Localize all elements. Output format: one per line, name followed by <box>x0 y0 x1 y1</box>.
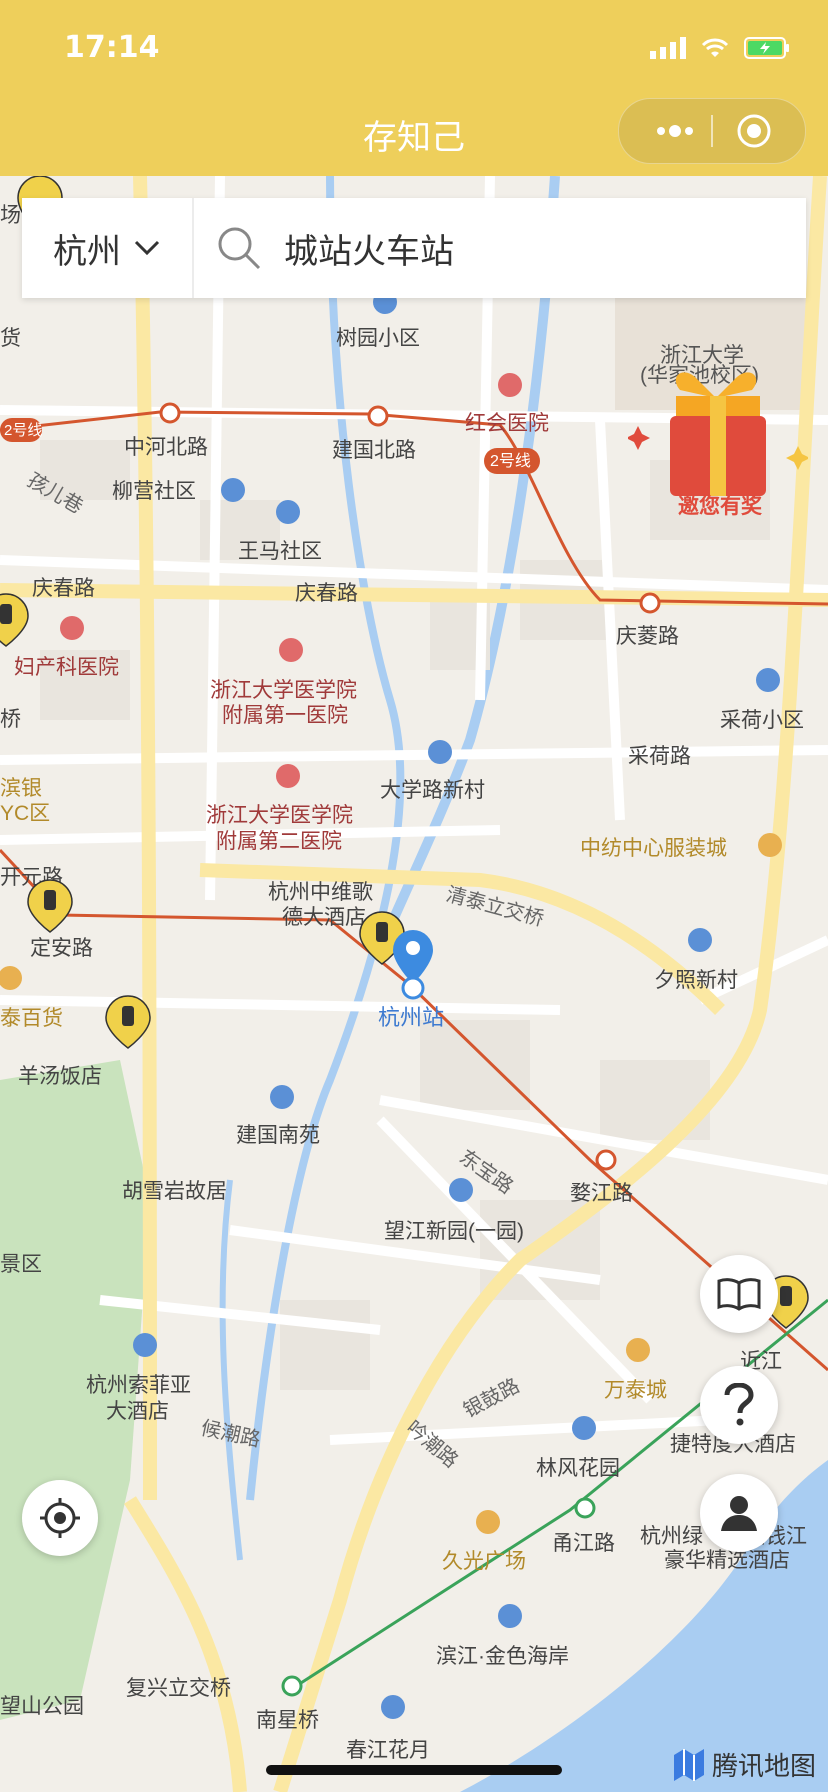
promo-label: 邀您有奖 <box>678 494 762 518</box>
label-jiuguang: 久光广场 <box>442 1550 526 1573</box>
profile-button[interactable] <box>700 1474 778 1552</box>
label-zheer-1: 浙江大学医学院 <box>206 804 353 827</box>
more-icon[interactable] <box>655 121 695 141</box>
chevron-down-icon <box>134 240 160 256</box>
label-binyin: 滨银 <box>0 777 42 800</box>
promo-gift[interactable]: 邀您有奖 <box>626 366 810 526</box>
label-wangma: 王马社区 <box>238 540 322 563</box>
capsule-divider <box>711 115 713 147</box>
signal-icon <box>650 37 686 59</box>
label-zheyi-2: 附属第一医院 <box>222 704 348 727</box>
label-caihe: 采荷路 <box>628 745 691 768</box>
label-hongmt: 红会医院 <box>465 412 549 435</box>
label-wujiang: 婺江路 <box>570 1182 633 1205</box>
label-huo: 货 <box>0 327 21 350</box>
metro-line-2-label-b: 2号线 <box>490 452 531 470</box>
home-indicator <box>266 1765 562 1775</box>
label-yc: YC区 <box>0 802 50 825</box>
user-icon <box>721 1496 757 1531</box>
label-baihuo: 泰百货 <box>0 1007 63 1030</box>
close-miniprogram-icon[interactable] <box>736 113 772 149</box>
label-binjiang-jinse: 滨江·金色海岸 <box>436 1645 569 1668</box>
label-zhongfang: 中纺中心服装城 <box>580 837 727 860</box>
crosshair-icon <box>40 1498 80 1538</box>
tencent-map-icon <box>674 1749 704 1781</box>
label-shuyuan: 树园小区 <box>336 327 420 350</box>
search-query: 城站火车站 <box>284 231 454 272</box>
city-selector[interactable]: 杭州 <box>22 198 194 298</box>
label-qingchun-w: 庆春路 <box>32 577 95 600</box>
label-xizhao: 夕照新村 <box>654 969 738 992</box>
nav-bar: 存知己 <box>0 88 828 176</box>
label-wangjiang: 望江新园(一园) <box>384 1220 524 1243</box>
search-icon <box>218 227 261 270</box>
label-zheer-2: 附属第二医院 <box>216 830 342 853</box>
label-lvhua-1: 杭州绿 <box>640 1525 703 1548</box>
label-fuchan: 妇产科医院 <box>14 656 119 679</box>
book-icon <box>717 1278 761 1311</box>
label-yongjiang: 甬江路 <box>552 1532 615 1555</box>
label-qiao: 桥 <box>0 708 21 731</box>
metro-line-2-label-a: 2号线 <box>4 422 42 439</box>
label-caihe-xq: 采荷小区 <box>720 709 804 732</box>
status-icons <box>650 36 790 60</box>
city-label: 杭州 <box>53 231 121 272</box>
guide-button[interactable] <box>700 1255 778 1333</box>
label-zhongwei-1: 杭州中维歌 <box>268 881 373 904</box>
label-yangtang: 羊汤饭店 <box>18 1065 102 1088</box>
label-jingqu: 景区 <box>0 1253 42 1276</box>
miniprogram-capsule <box>618 98 806 164</box>
label-qingling: 庆菱路 <box>616 625 679 648</box>
map-provider-logo: 腾讯地图 <box>672 1745 816 1783</box>
label-lvhua-2: 豪华精选酒店 <box>664 1549 790 1572</box>
label-sofitel-1: 杭州索菲亚 <box>86 1374 191 1397</box>
help-button[interactable] <box>700 1366 778 1444</box>
status-time: 17:14 <box>64 30 160 65</box>
label-qingchun-c: 庆春路 <box>295 582 358 605</box>
label-dingan: 定安路 <box>30 937 93 960</box>
map-provider-name: 腾讯地图 <box>712 1751 817 1782</box>
label-jianguo-ny: 建国南苑 <box>236 1124 320 1147</box>
label-nanxing: 南星桥 <box>256 1709 319 1732</box>
label-liuying: 柳营社区 <box>112 480 196 503</box>
label-daxuexincun: 大学路新村 <box>380 779 485 802</box>
battery-icon <box>744 37 789 59</box>
label-wanshan: 望山公园 <box>0 1695 84 1718</box>
label-fuxing: 复兴立交桥 <box>126 1677 231 1700</box>
label-jianguo-n: 建国北路 <box>332 439 416 462</box>
label-hangzhou-station: 杭州站 <box>378 1005 444 1030</box>
label-chunjiang: 春江花月 <box>346 1739 430 1762</box>
search-bar: 杭州 城站火车站 <box>22 198 806 298</box>
label-zhonghe-n: 中河北路 <box>124 436 208 459</box>
label-zhongwei-2: 德大酒店 <box>282 906 366 929</box>
label-linfeng: 林风花园 <box>536 1457 620 1480</box>
label-wantai: 万泰城 <box>604 1379 667 1402</box>
label-chang: 场 <box>0 204 21 227</box>
status-bar: 17:14 <box>0 0 828 88</box>
wifi-icon <box>701 38 729 57</box>
label-huxueyan: 胡雪岩故居 <box>122 1180 227 1203</box>
question-icon <box>724 1383 754 1426</box>
label-zheyi-1: 浙江大学医学院 <box>210 679 357 702</box>
locate-me-button[interactable] <box>22 1480 98 1556</box>
search-input[interactable]: 城站火车站 <box>194 198 806 298</box>
label-sofitel-2: 大酒店 <box>106 1400 169 1423</box>
